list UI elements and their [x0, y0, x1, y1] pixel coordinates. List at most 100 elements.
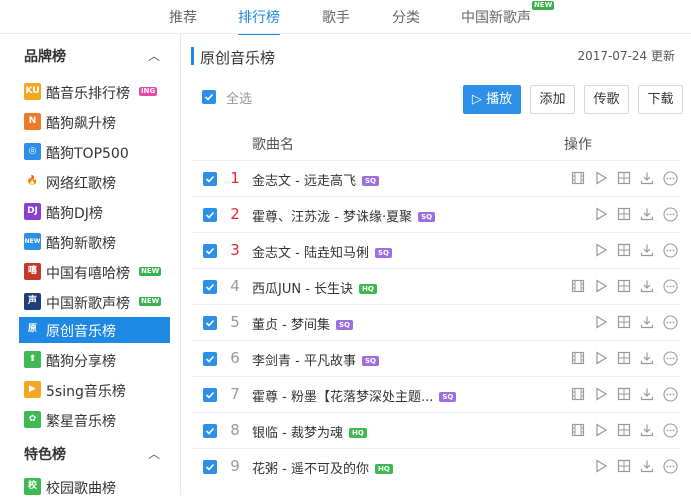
play-button[interactable]: ▷ 播放 [463, 85, 521, 114]
song-title[interactable]: 李剑青 - 平凡故事 SQ [252, 350, 379, 369]
sidebar-item[interactable]: 声中国新歌声榜 NEW [19, 289, 170, 315]
rank-number: 4 [230, 277, 240, 295]
more-icon[interactable] [663, 207, 679, 223]
row-checkbox[interactable] [203, 316, 217, 330]
add-icon[interactable] [617, 207, 633, 223]
play-icon[interactable] [594, 243, 610, 259]
more-icon[interactable] [663, 243, 679, 259]
chevron-up-icon[interactable]: ︿ [148, 47, 160, 64]
row-checkbox[interactable] [203, 460, 217, 474]
song-title[interactable]: 西瓜JUN - 长生诀 HQ [252, 278, 377, 297]
download-icon[interactable] [640, 279, 656, 295]
select-all-checkbox[interactable] [202, 90, 216, 104]
sidebar-item-label: 酷狗DJ榜 [46, 206, 103, 222]
mv-icon[interactable] [571, 171, 587, 187]
table-row[interactable]: 9 花粥 - 遥不可及的你 HQ [191, 448, 681, 484]
row-checkbox[interactable] [203, 388, 217, 402]
more-icon[interactable] [663, 351, 679, 367]
sidebar-item[interactable]: DJ 酷狗DJ榜 [19, 199, 170, 225]
sidebar-item[interactable]: 校校园歌曲榜 [19, 474, 170, 500]
more-icon[interactable] [663, 171, 679, 187]
row-checkbox[interactable] [203, 172, 217, 186]
play-icon[interactable] [594, 423, 610, 439]
song-title[interactable]: 董贞 - 梦间集 SQ [252, 314, 353, 333]
table-row[interactable]: 7 霍尊 - 粉墨【花落梦深处主题... SQ [191, 376, 681, 412]
table-row[interactable]: 6 李剑青 - 平凡故事 SQ [191, 340, 681, 376]
table-row[interactable]: 5 董贞 - 梦间集 SQ [191, 304, 681, 340]
mv-icon[interactable] [571, 279, 587, 295]
song-title[interactable]: 霍尊 - 粉墨【花落梦深处主题... SQ [252, 386, 457, 405]
add-button[interactable]: 添加 [530, 85, 575, 114]
song-title-text: 银临 - 裁梦为魂 [252, 426, 343, 441]
row-checkbox[interactable] [203, 424, 217, 438]
flame-icon: 🔥 [26, 176, 39, 186]
tab-recommend[interactable]: 推荐 [169, 7, 197, 27]
more-icon[interactable] [663, 459, 679, 475]
song-title[interactable]: 霍尊、汪苏泷 - 梦诛缘·夏聚 SQ [252, 206, 436, 225]
download-icon[interactable] [640, 171, 656, 187]
play-icon[interactable] [594, 387, 610, 403]
tab-singers[interactable]: 歌手 [322, 7, 350, 27]
group-header-brand[interactable]: 品牌榜 [24, 46, 66, 66]
play-icon[interactable] [594, 207, 610, 223]
play-icon[interactable] [594, 459, 610, 475]
upload-button[interactable]: 传歌 [584, 85, 629, 114]
download-icon[interactable] [640, 387, 656, 403]
table-row[interactable]: 1 金志文 - 远走高飞 SQ [191, 160, 681, 196]
table-row[interactable]: 4 西瓜JUN - 长生诀 HQ [191, 268, 681, 304]
add-icon[interactable] [617, 423, 633, 439]
add-icon[interactable] [617, 279, 633, 295]
song-title[interactable]: 金志文 - 陆垚知马俐 SQ [252, 242, 392, 261]
sidebar-item[interactable]: NEW 酷狗新歌榜 [19, 229, 170, 255]
play-icon[interactable] [594, 279, 610, 295]
more-icon[interactable] [663, 315, 679, 331]
row-checkbox[interactable] [203, 244, 217, 258]
tab-categories[interactable]: 分类 [392, 7, 420, 27]
tab-charts[interactable]: 排行榜 [238, 7, 280, 35]
table-row[interactable]: 2 霍尊、汪苏泷 - 梦诛缘·夏聚 SQ [191, 196, 681, 232]
more-icon[interactable] [663, 279, 679, 295]
song-title[interactable]: 花粥 - 遥不可及的你 HQ [252, 458, 393, 477]
download-icon[interactable] [640, 423, 656, 439]
mv-icon[interactable] [571, 351, 587, 367]
row-checkbox[interactable] [203, 208, 217, 222]
sidebar-item[interactable]: 🔥 网络红歌榜 [19, 169, 170, 195]
download-icon[interactable] [640, 315, 656, 331]
add-icon[interactable] [617, 459, 633, 475]
sidebar-item[interactable]: ⬆ 酷狗分享榜 [19, 347, 170, 373]
sidebar-item[interactable]: 原原创音乐榜 [19, 317, 170, 343]
mv-icon[interactable] [571, 423, 587, 439]
play-icon[interactable] [594, 171, 610, 187]
sidebar-item[interactable]: ▶ 5sing音乐榜 [19, 377, 170, 403]
sidebar-item[interactable]: ◎ 酷狗TOP500 [19, 139, 170, 165]
row-checkbox[interactable] [203, 280, 217, 294]
add-icon[interactable] [617, 351, 633, 367]
add-icon[interactable] [617, 387, 633, 403]
add-icon[interactable] [617, 243, 633, 259]
sidebar-item[interactable]: ✿ 繁星音乐榜 [19, 407, 170, 433]
mv-icon[interactable] [571, 387, 587, 403]
add-icon[interactable] [617, 171, 633, 187]
select-all-label[interactable]: 全选 [226, 88, 252, 107]
table-row[interactable]: 8 银临 - 裁梦为魂 HQ [191, 412, 681, 448]
group-header-featured[interactable]: 特色榜 [24, 444, 66, 464]
chevron-up-icon[interactable]: ︿ [148, 445, 160, 462]
play-icon[interactable] [594, 315, 610, 331]
tab-sing-china[interactable]: 中国新歌声 [461, 7, 531, 27]
song-title[interactable]: 金志文 - 远走高飞 SQ [252, 170, 379, 189]
more-icon[interactable] [663, 423, 679, 439]
download-button[interactable]: 下载 [638, 85, 683, 114]
add-icon[interactable] [617, 315, 633, 331]
play-icon[interactable] [594, 351, 610, 367]
download-icon[interactable] [640, 243, 656, 259]
song-title[interactable]: 银临 - 裁梦为魂 HQ [252, 422, 367, 441]
row-checkbox[interactable] [203, 352, 217, 366]
sidebar-item[interactable]: KU 酷音乐排行榜 ING [19, 79, 170, 105]
download-icon[interactable] [640, 207, 656, 223]
more-icon[interactable] [663, 387, 679, 403]
download-icon[interactable] [640, 351, 656, 367]
sidebar-item[interactable]: N 酷狗飙升榜 [19, 109, 170, 135]
sidebar-item[interactable]: 嘻中国有嘻哈榜 NEW [19, 259, 170, 285]
table-row[interactable]: 3 金志文 - 陆垚知马俐 SQ [191, 232, 681, 268]
download-icon[interactable] [640, 459, 656, 475]
